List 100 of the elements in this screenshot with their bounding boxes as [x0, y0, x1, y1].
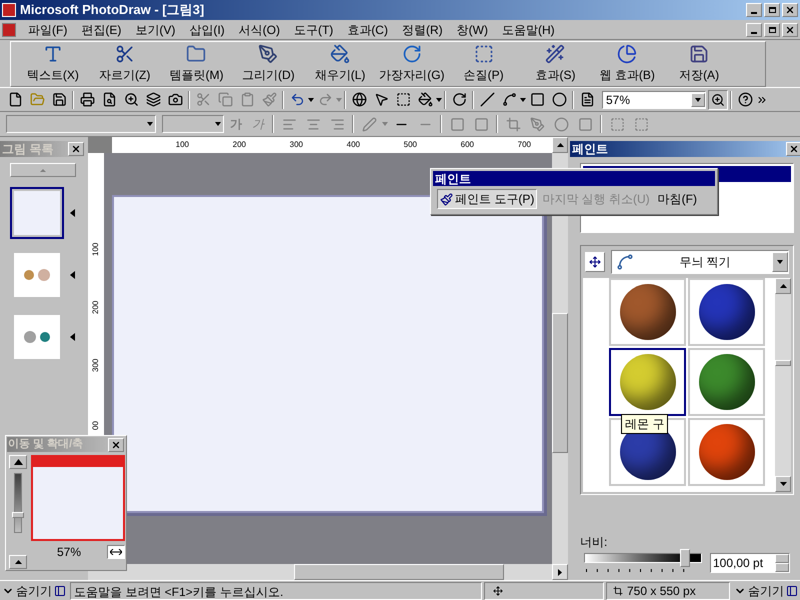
close-button[interactable]	[108, 438, 124, 452]
font-size-combo[interactable]	[162, 115, 224, 133]
menu-item[interactable]: 효과(C)	[341, 20, 394, 38]
scrollbar-thumb[interactable]	[552, 313, 568, 453]
visual-menu-button[interactable]: 텍스트(X)	[17, 42, 89, 86]
window-title: 페인트	[435, 170, 471, 188]
zoom-out-button[interactable]	[9, 555, 27, 569]
slider-thumb[interactable]	[680, 549, 690, 567]
ball-swatch[interactable]	[609, 348, 686, 416]
spin-down-icon[interactable]	[775, 563, 789, 572]
panel-icon	[54, 584, 66, 596]
close-button[interactable]	[782, 22, 798, 36]
back-button[interactable]	[585, 252, 605, 272]
minimize-icon	[751, 12, 757, 14]
minimize-button[interactable]	[746, 3, 762, 17]
close-icon	[785, 5, 795, 15]
scroll-up-button[interactable]	[775, 278, 791, 294]
horizontal-ruler: 100 200 300 400 500 600 700	[112, 137, 552, 153]
move-arrows-icon	[589, 256, 601, 268]
pointer-triangle-icon	[70, 333, 75, 341]
edge-tool-icon	[402, 44, 422, 64]
app-icon	[2, 3, 16, 17]
up-arrow-icon	[14, 560, 22, 564]
restore-button[interactable]	[764, 22, 780, 36]
size-icon	[613, 586, 623, 596]
web-tool-icon	[617, 44, 638, 64]
save-tool-icon	[689, 44, 710, 64]
close-button[interactable]	[782, 3, 798, 17]
caret-icon	[520, 98, 526, 102]
caret-icon	[308, 98, 314, 102]
visual-menu-button[interactable]: 저장(A)	[663, 42, 735, 86]
scroll-down-button[interactable]	[775, 476, 791, 492]
up-arrow-icon	[780, 284, 786, 288]
visual-menu-button[interactable]: 템플릿(M)	[160, 42, 232, 86]
menu-item[interactable]: 파일(F)	[22, 20, 74, 38]
menu-item[interactable]: 삽입(I)	[183, 20, 231, 38]
hide-button[interactable]: 숨기기	[732, 582, 800, 600]
zoom-percent: 57%	[56, 544, 82, 561]
font-combo[interactable]	[6, 115, 156, 133]
visual-menu-button[interactable]: 효과(S)	[520, 42, 592, 86]
template-tool-icon	[186, 44, 206, 64]
caret-icon	[336, 98, 342, 102]
panel-title: 페인트	[572, 141, 608, 158]
visual-menu-button[interactable]: 손질(P)	[448, 42, 520, 86]
visual-menu-button[interactable]: 가장자리(G)	[376, 42, 448, 86]
paint-toolbar-button[interactable]: 페인트 도구(P)	[437, 189, 538, 209]
visual-menu-button[interactable]: 그리기(D)	[232, 42, 304, 86]
navigator-preview[interactable]	[31, 455, 125, 541]
menu-item[interactable]: 편집(E)	[75, 20, 128, 38]
zoom-button[interactable]	[708, 90, 728, 110]
window-title: Microsoft PhotoDraw - [그림3]	[20, 1, 206, 20]
close-button[interactable]	[68, 142, 84, 156]
menu-item[interactable]: 보기(V)	[129, 20, 182, 38]
draw-tool-icon	[258, 44, 278, 64]
panel-title: 그림 목록	[2, 141, 54, 158]
menu-item[interactable]: 도움말(H)	[496, 20, 561, 38]
visual-menu-button[interactable]: 웹 효과(B)	[591, 42, 664, 86]
restore-icon	[768, 26, 776, 32]
magnifier-icon	[711, 92, 725, 106]
tooltip: 레몬 구	[621, 414, 668, 434]
caret-icon	[695, 98, 701, 102]
close-button[interactable]	[786, 142, 800, 156]
paintbrush-icon	[440, 192, 453, 206]
picture-thumbnail[interactable]	[10, 187, 64, 239]
scroll-right-button[interactable]	[552, 564, 568, 580]
width-field[interactable]: 100,00 pt	[710, 553, 790, 573]
menu-item[interactable]: 정렬(R)	[396, 20, 449, 38]
restore-button[interactable]	[764, 3, 780, 17]
zoom-in-button[interactable]	[9, 455, 27, 469]
zoom-slider-thumb[interactable]	[12, 512, 24, 518]
pointer-triangle-icon	[70, 209, 75, 217]
scroll-up-button[interactable]	[552, 137, 568, 153]
menu-item[interactable]: 서식(O)	[232, 20, 286, 38]
gallery-dropdown[interactable]: 무늬 찍기	[611, 250, 789, 274]
minimize-button[interactable]	[746, 22, 762, 36]
panel-icon	[786, 584, 798, 596]
close-icon	[111, 440, 121, 450]
down-arrow-icon	[780, 482, 786, 486]
right-arrow-icon	[558, 568, 562, 576]
visual-menu-button[interactable]: 자르기(Z)	[88, 42, 161, 86]
paint-toolbar-button[interactable]: 마침(F)	[654, 189, 700, 209]
zoom-combo[interactable]: 57%	[602, 90, 706, 108]
document-icon	[2, 22, 16, 36]
pointer-triangle-icon	[70, 271, 75, 279]
position-icon	[493, 586, 503, 596]
visual-menu-button[interactable]: 채우기(L)	[304, 42, 376, 86]
hide-button[interactable]: 숨기기	[0, 582, 68, 600]
window-title: 이동 및 확대/축	[8, 437, 84, 452]
effects-tool-icon	[545, 44, 566, 64]
scrollbar-thumb[interactable]	[775, 360, 791, 366]
text-tool-icon	[42, 44, 63, 64]
menu-item[interactable]: 창(W)	[450, 20, 494, 38]
fit-button[interactable]	[107, 545, 125, 559]
scrollbar-thumb[interactable]	[294, 564, 504, 580]
caret-icon	[777, 260, 783, 264]
spin-up-icon[interactable]	[775, 554, 789, 563]
menu-item[interactable]: 도구(T)	[288, 20, 340, 38]
close-icon	[71, 144, 81, 154]
caret-icon	[436, 98, 442, 102]
fill-tool-icon	[330, 44, 350, 64]
